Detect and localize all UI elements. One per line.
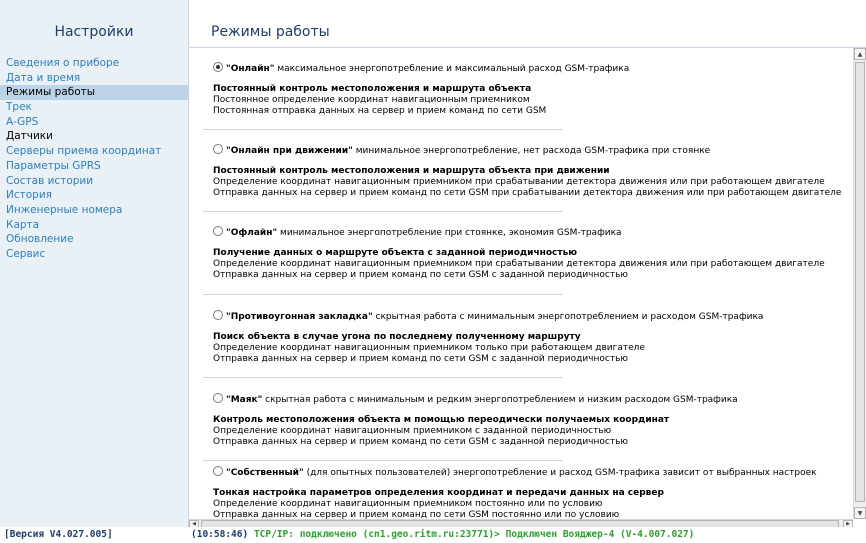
page-title: Режимы работы xyxy=(211,24,330,40)
sidebar-item-device-info[interactable]: Сведения о приборе xyxy=(0,56,188,71)
mode-description: минимальное энергопотребление при стоянк… xyxy=(280,228,622,238)
mode-name: "Маяк" xyxy=(226,395,263,405)
mode-title: Тонкая настройка параметров определения … xyxy=(213,488,664,498)
mode-detail-line: Определение координат навигационным прие… xyxy=(213,499,603,509)
sidebar-item-history-content[interactable]: Состав истории xyxy=(0,174,188,189)
divider xyxy=(203,129,563,130)
radio-button-selected[interactable] xyxy=(213,62,223,72)
mode-beacon: "Маяк" скрытная работа с минимальным и р… xyxy=(213,393,853,447)
sidebar-item-agps[interactable]: A-GPS xyxy=(0,115,188,130)
mode-description: скрытная работа с минимальным энергопотр… xyxy=(375,312,764,322)
modes-panel: "Онлайн" максимальное энергопотребление … xyxy=(189,48,853,519)
mode-online: "Онлайн" максимальное энергопотребление … xyxy=(213,62,853,116)
mode-title: Постоянный контроль местоположения и мар… xyxy=(213,84,532,94)
divider xyxy=(203,211,563,212)
mode-title: Контроль местоположения объекта м помощь… xyxy=(213,415,670,425)
mode-detail-line: Отправка данных на сервер и прием команд… xyxy=(213,436,628,447)
mode-name: "Офлайн" xyxy=(226,228,278,238)
status-connection: TCP/IP: подключено (cn1.geo.ritm.ru:2377… xyxy=(253,529,500,540)
mode-detail-line: Определение координат навигационным прие… xyxy=(213,343,645,353)
divider xyxy=(203,460,563,461)
sidebar-title: Настройки xyxy=(54,24,134,40)
divider xyxy=(203,377,563,378)
mode-option[interactable]: "Офлайн" минимальное энергопотребление п… xyxy=(213,226,853,239)
page-header: Режимы работы xyxy=(189,0,866,48)
mode-detail-line: Определение координат навигационным прие… xyxy=(213,259,825,269)
sidebar-item-engineering-numbers[interactable]: Инженерные номера xyxy=(0,203,188,218)
scroll-down-icon[interactable]: ▼ xyxy=(854,507,866,519)
mode-detail-line: Определение координат навигационным прие… xyxy=(213,426,612,436)
mode-name: "Противоугонная закладка" xyxy=(226,312,373,322)
sidebar-item-gprs-params[interactable]: Параметры GPRS xyxy=(0,159,188,174)
sidebar-item-map[interactable]: Карта xyxy=(0,218,188,233)
mode-detail-line: Отправка данных на сервер и прием команд… xyxy=(213,187,842,198)
radio-button[interactable] xyxy=(213,226,223,236)
mode-title: Получение данных о маршруте объекта с за… xyxy=(213,248,578,258)
mode-description: (для опытных пользователей) энергопотреб… xyxy=(306,468,817,478)
sidebar: Настройки Сведения о приборе Дата и врем… xyxy=(0,0,189,527)
sidebar-item-coordinate-servers[interactable]: Серверы приема координат xyxy=(0,144,188,159)
status-device: Подключен Вояджер-4 (V-4.007.027) xyxy=(505,529,695,540)
sidebar-nav: Сведения о приборе Дата и время Режимы р… xyxy=(0,56,188,262)
mode-description: скрытная работа с минимальным и редким э… xyxy=(265,395,738,405)
scrollbar-thumb[interactable] xyxy=(855,62,865,502)
mode-detail-line: Определение координат навигационным прие… xyxy=(213,177,825,187)
mode-online-motion: "Онлайн при движении" минимальное энерго… xyxy=(213,144,853,198)
version-label: [Версия V4.027.005] xyxy=(4,529,113,540)
mode-option[interactable]: "Собственный" (для опытных пользователей… xyxy=(213,466,853,479)
scroll-up-icon[interactable]: ▲ xyxy=(854,48,866,60)
mode-detail-line: Постоянное определение координат навигац… xyxy=(213,95,530,105)
mode-option[interactable]: "Онлайн при движении" минимальное энерго… xyxy=(213,144,853,157)
radio-button[interactable] xyxy=(213,393,223,403)
sidebar-item-sensors[interactable]: Датчики xyxy=(0,129,188,144)
mode-detail-line: Постоянная отправка данных на сервер и п… xyxy=(213,105,547,116)
mode-description: минимальное энергопотребление, нет расхо… xyxy=(355,146,711,156)
mode-name: "Собственный" xyxy=(226,468,304,478)
divider xyxy=(203,294,563,295)
sidebar-item-operating-modes[interactable]: Режимы работы xyxy=(0,85,188,101)
sidebar-item-service[interactable]: Сервис xyxy=(0,247,188,262)
mode-option[interactable]: "Маяк" скрытная работа с минимальным и р… xyxy=(213,393,853,406)
mode-title: Постоянный контроль местоположения и мар… xyxy=(213,166,610,176)
mode-option[interactable]: "Противоугонная закладка" скрытная работ… xyxy=(213,310,853,323)
status-bar: [Версия V4.027.005] (10:58:46) TCP/IP: п… xyxy=(0,527,866,543)
radio-button[interactable] xyxy=(213,144,223,154)
mode-name: "Онлайн при движении" xyxy=(226,146,353,156)
sidebar-item-update[interactable]: Обновление xyxy=(0,232,188,247)
mode-detail-line: Отправка данных на сервер и прием команд… xyxy=(213,353,628,364)
mode-offline: "Офлайн" минимальное энергопотребление п… xyxy=(213,226,853,280)
mode-anti-theft: "Противоугонная закладка" скрытная работ… xyxy=(213,310,853,364)
mode-option[interactable]: "Онлайн" максимальное энергопотребление … xyxy=(213,62,853,75)
mode-description: максимальное энергопотребление и максима… xyxy=(277,64,630,74)
mode-detail-line: Отправка данных на сервер и прием команд… xyxy=(213,269,628,280)
sidebar-item-history[interactable]: История xyxy=(0,188,188,203)
sidebar-item-track[interactable]: Трек xyxy=(0,100,188,115)
radio-button[interactable] xyxy=(213,466,223,476)
mode-title: Поиск объекта в случае угона по последне… xyxy=(213,332,581,342)
sidebar-item-date-time[interactable]: Дата и время xyxy=(0,71,188,86)
mode-custom: "Собственный" (для опытных пользователей… xyxy=(213,466,853,519)
radio-button[interactable] xyxy=(213,310,223,320)
status-time: (10:58:46) xyxy=(191,529,249,540)
connection-status: (10:58:46) TCP/IP: подключено (cn1.geo.r… xyxy=(191,527,694,543)
mode-name: "Онлайн" xyxy=(226,64,275,74)
mode-detail-line: Отправка данных на сервер и прием команд… xyxy=(213,509,620,520)
vertical-scrollbar[interactable]: ▲ ▼ xyxy=(853,48,866,519)
